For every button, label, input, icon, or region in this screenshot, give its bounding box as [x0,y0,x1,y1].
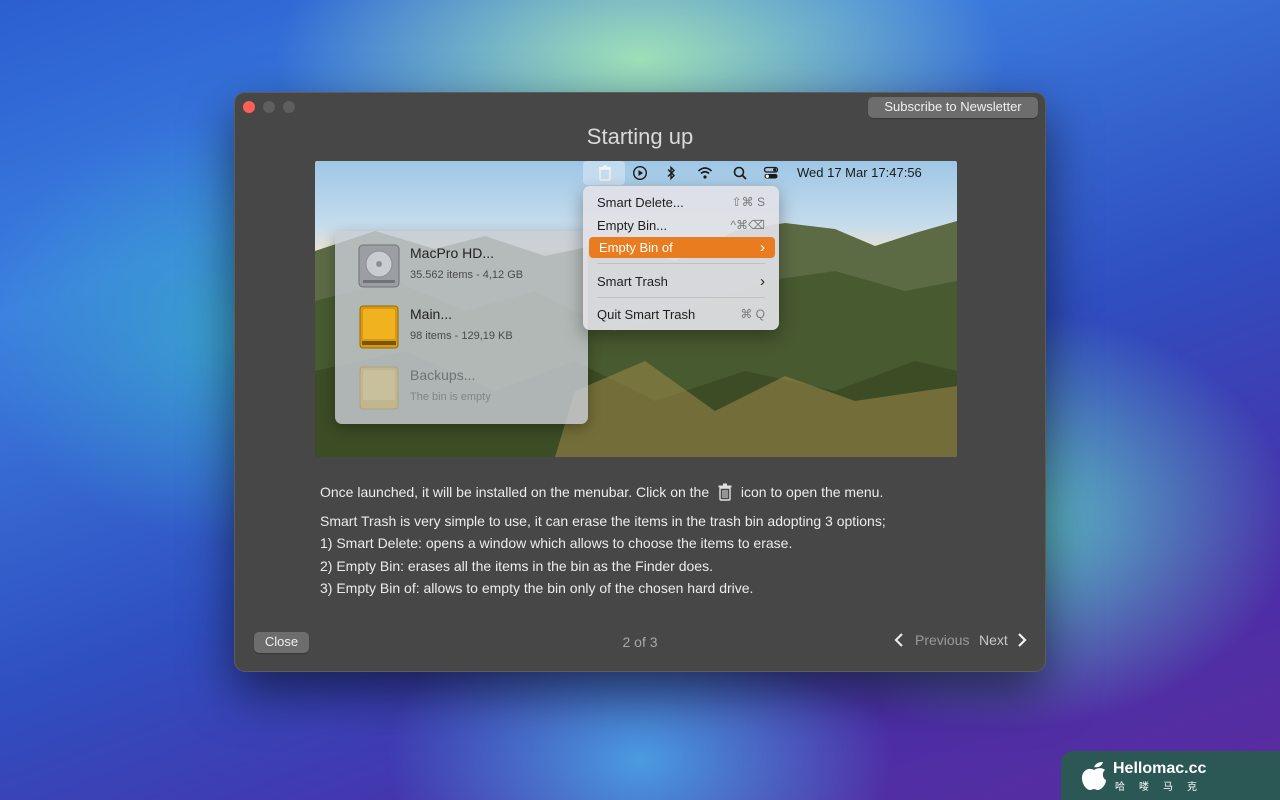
drive-item[interactable]: Main... 98 items - 129,19 KB [357,302,577,354]
close-window-button[interactable] [243,101,255,113]
control-center-icon[interactable] [763,165,779,181]
drive-name: MacPro HD... [410,245,495,261]
subscribe-newsletter-button[interactable]: Subscribe to Newsletter [868,97,1038,118]
description-lead: Once launched, it will be installed on t… [320,483,884,501]
description-line: 1) Smart Delete: opens a window which al… [320,535,793,551]
window-controls [243,101,295,113]
menu-item-empty-bin-of[interactable]: Empty Bin of › [589,237,775,258]
watermark-subtitle: 哈喽马克 [1115,782,1211,793]
menu-item-smart-delete[interactable]: Smart Delete... ⇧⌘ S [587,192,775,213]
description-line: Smart Trash is very simple to use, it ca… [320,512,886,529]
minimize-window-button[interactable] [263,101,275,113]
external-drive-icon [359,366,399,410]
drives-popover: MacPro HD... 35.562 items - 4,12 GB Main… [335,231,588,424]
play-icon[interactable] [632,165,648,181]
menubar-clock: Wed 17 Mar 17:47:56 [797,165,922,180]
description-line: 2) Empty Bin: erases all the items in th… [320,557,713,574]
tutorial-screenshot: Wed 17 Mar 17:47:56 MacPro HD... 35.562 … [315,161,957,457]
watermark-badge: Hellomac.cc 哈喽马克 [1061,751,1280,800]
chevron-left-icon [894,633,903,647]
drive-item[interactable]: Backups... The bin is empty [357,363,577,415]
apple-logo-icon [1082,761,1106,790]
page-title: Starting up [586,124,694,149]
bluetooth-icon[interactable] [663,165,679,181]
menu-item-empty-bin[interactable]: Empty Bin... ^⌘⌫ [587,215,775,236]
smart-trash-menu: Smart Delete... ⇧⌘ S Empty Bin... ^⌘⌫ Empt… [583,186,779,330]
menu-item-quit[interactable]: Quit Smart Trash ⌘ Q [587,304,775,325]
description: Once launched, it will be installed on t… [320,481,960,600]
hard-drive-icon [358,244,400,288]
menu-item-smart-trash[interactable]: Smart Trash › [587,271,775,292]
onboarding-window: Subscribe to Newsletter Starting up Wed … [234,92,1046,672]
description-line: 3) Empty Bin of: allows to empty the bin… [320,580,754,596]
menu-separator [597,297,765,298]
zoom-window-button[interactable] [283,101,295,113]
watermark-name: Hellomac.cc [1113,760,1207,777]
trash-icon[interactable] [597,165,613,181]
drive-name: Main... [410,306,453,322]
drive-meta: 98 items - 129,19 KB [410,330,513,342]
wifi-icon[interactable] [697,165,713,181]
next-button[interactable]: Next [979,632,1028,648]
drive-meta: 35.562 items - 4,12 GB [410,269,524,281]
menu-separator [597,263,765,264]
external-drive-icon [359,305,399,349]
trash-icon [718,483,732,501]
drive-name: Backups... [410,367,476,383]
chevron-right-icon [1018,633,1027,647]
previous-button[interactable]: Previous [893,632,969,648]
drive-meta: The bin is empty [410,391,491,403]
search-icon[interactable] [732,165,748,181]
drive-item[interactable]: MacPro HD... 35.562 items - 4,12 GB [357,241,577,293]
